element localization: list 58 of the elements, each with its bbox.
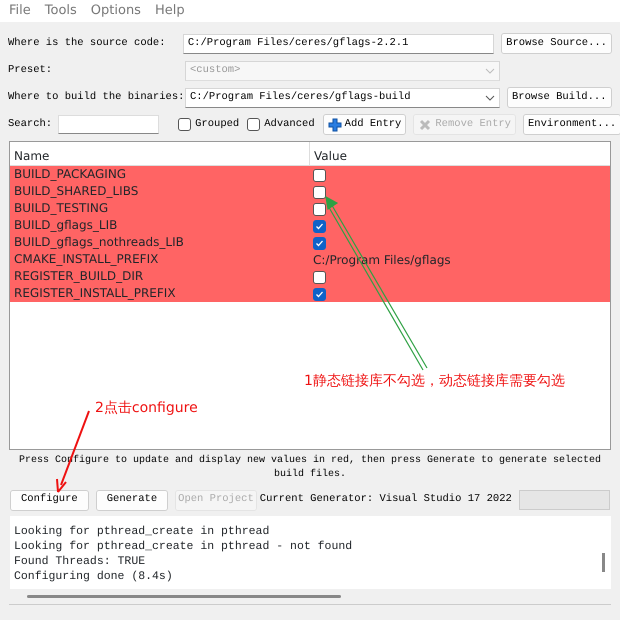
log-line: Found Threads: TRUE — [14, 554, 146, 569]
menu-item[interactable]: Tools — [38, 0, 84, 22]
table-cell-text: BUILD_SHARED_LIBS — [13, 183, 140, 200]
field-label: Preset: — [8, 62, 54, 78]
generator-label: Current Generator: Visual Studio 17 2022 — [260, 492, 512, 508]
log-line: Looking for pthread_create in pthread — [14, 524, 270, 539]
annotation-text: 2点击configure — [95, 399, 198, 418]
close-icon — [418, 118, 432, 132]
dropdown-field[interactable]: C:/Program Files/ceres/gflags-build — [185, 88, 500, 108]
table-row[interactable]: BUILD_gflags_nothreads_LIB — [10, 234, 610, 251]
table-cell-text: CMAKE_INSTALL_PREFIX — [13, 251, 160, 268]
menu-item[interactable]: File — [2, 0, 38, 22]
table-row[interactable]: BUILD_TESTING — [10, 200, 610, 217]
field-label: Where to build the binaries: — [8, 90, 185, 105]
scrollbar-thumb[interactable] — [27, 595, 341, 598]
table-row[interactable]: BUILD_PACKAGING — [10, 166, 610, 183]
table-cell-text: BUILD_TESTING — [13, 200, 110, 217]
table-row[interactable]: REGISTER_INSTALL_PREFIX — [10, 285, 610, 302]
table-cell-text: BUILD_gflags_LIB — [13, 217, 118, 234]
checkbox-label: Advanced — [264, 116, 315, 132]
column-header[interactable]: Name — [10, 142, 310, 165]
action-button[interactable]: Configure — [10, 490, 89, 510]
checkbox[interactable] — [313, 270, 326, 284]
checkbox[interactable] — [313, 236, 326, 250]
toolbar-button[interactable]: Environment... — [522, 114, 620, 135]
log-line: Looking for pthread_create in pthread - not found — [14, 539, 354, 554]
table-cell-text: REGISTER_INSTALL_PREFIX — [13, 285, 177, 302]
action-button[interactable]: Generate — [96, 490, 168, 510]
chevron-down-icon — [485, 94, 495, 100]
scrollbar-thumb[interactable] — [602, 553, 605, 572]
checkbox[interactable] — [313, 202, 326, 216]
menu-item[interactable]: Options — [84, 0, 148, 22]
field-label: Where is the source code: — [8, 36, 167, 51]
annotation-text: 1静态链接库不勾选，动态链接库需要勾选 — [304, 372, 565, 391]
field-label: Search: — [8, 116, 52, 132]
table-cell-text: BUILD_gflags_nothreads_LIB — [13, 234, 185, 251]
browse-button[interactable]: Browse Build... — [507, 87, 612, 108]
checkbox[interactable] — [178, 118, 192, 131]
checkbox[interactable] — [247, 118, 260, 131]
input-field[interactable]: C:/Program Files/ceres/gflags-2.2.1 — [182, 34, 494, 54]
checkbox[interactable] — [313, 168, 326, 182]
toolbar-button[interactable]: Add Entry — [322, 114, 406, 135]
checkbox[interactable] — [313, 220, 326, 233]
table-cell-text: REGISTER_BUILD_DIR — [13, 268, 144, 285]
browse-button[interactable]: Browse Source... — [501, 33, 612, 54]
table-row[interactable]: BUILD_gflags_LIB — [10, 217, 610, 234]
checkbox[interactable] — [313, 288, 326, 301]
log-line: Configuring done (8.4s) — [14, 569, 174, 584]
checkbox-label: Grouped — [195, 116, 240, 132]
table-row[interactable]: BUILD_SHARED_LIBS — [10, 183, 610, 200]
table-row[interactable]: REGISTER_BUILD_DIR — [10, 268, 610, 285]
table-cell-text: BUILD_PACKAGING — [13, 166, 128, 183]
search-field[interactable] — [58, 115, 160, 134]
chevron-down-icon — [485, 68, 495, 74]
menu-item[interactable]: Help — [148, 0, 192, 22]
plus-icon — [328, 118, 342, 132]
column-header[interactable]: Value — [310, 142, 351, 165]
checkbox[interactable] — [313, 186, 326, 199]
